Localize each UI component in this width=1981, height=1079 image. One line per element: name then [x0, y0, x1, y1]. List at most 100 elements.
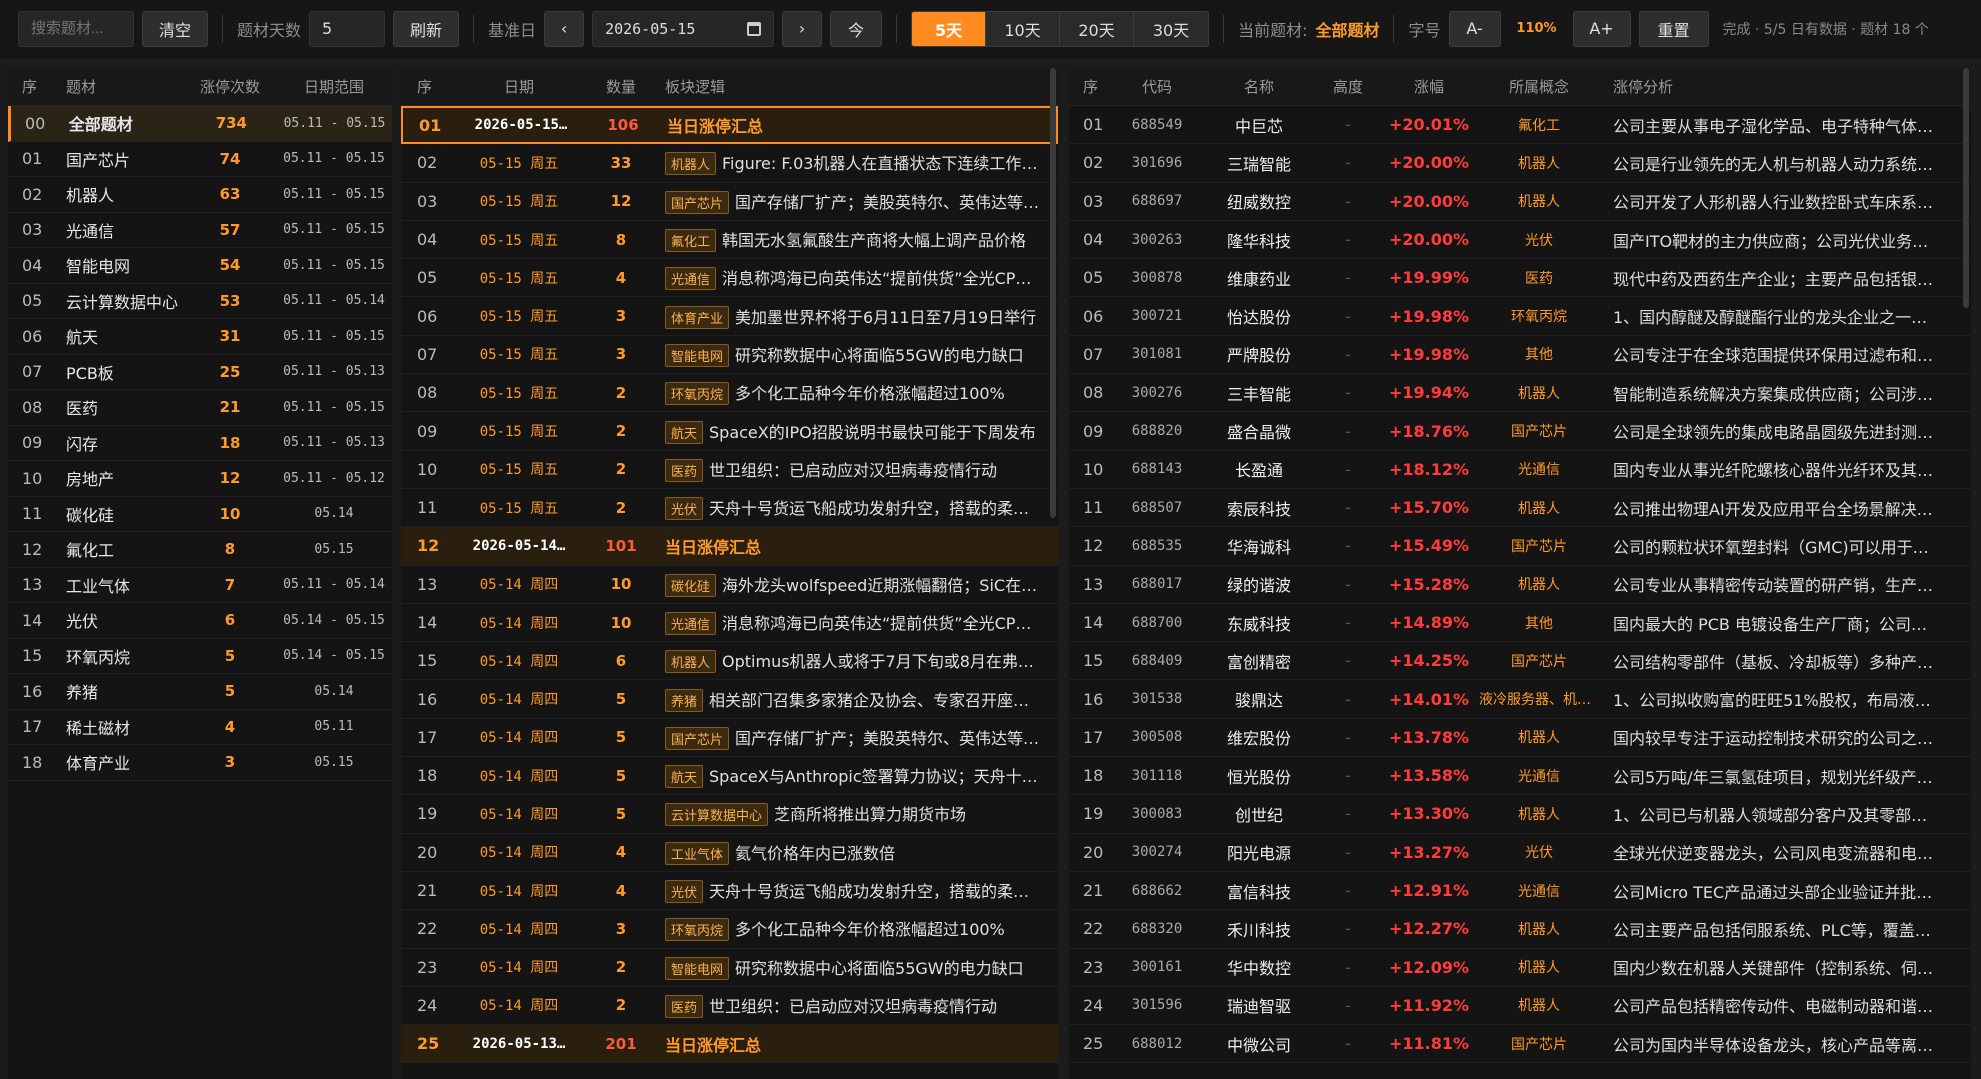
- stock-row[interactable]: 02 301696 三瑞智能 - +20.00% 机器人 公司是行业领先的无人机与机器人动力…: [1069, 144, 1971, 183]
- stock-row[interactable]: 18 301118 恒光股份 - +13.58% 光通信 公司5万吨/年三氯氢硅项目，规划光…: [1069, 757, 1971, 796]
- range-5d-button[interactable]: 5天: [912, 11, 987, 46]
- day-row[interactable]: 04 05-15 周五 8 氟化工 韩国无水氢氟酸生产商将大幅上调产品价格: [401, 221, 1058, 260]
- day-row[interactable]: 19 05-14 周四 5 云计算数据中心 芝商所将推出算力期货市场: [401, 795, 1058, 834]
- day-row[interactable]: 18 05-14 周四 5 航天 SpaceX与Anthropic签署算力协议；天舟十号…: [401, 757, 1058, 796]
- stock-row[interactable]: 03 688697 纽威数控 - +20.00% 机器人 公司开发了人形机器人行业数控卧式车…: [1069, 183, 1971, 221]
- topic-row[interactable]: 08 医药 21 05.11 - 05.15: [8, 390, 392, 426]
- day-row[interactable]: 03 05-15 周五 12 国产芯片 国产存储厂扩产；美股英特尔、英伟达等股…: [401, 183, 1058, 221]
- stock-row[interactable]: 07 301081 严牌股份 - +19.98% 其他 公司专注于在全球范围提供环保用过滤布…: [1069, 336, 1971, 375]
- topic-row[interactable]: 15 环氧丙烷 5 05.14 - 05.15: [8, 639, 392, 674]
- day-row[interactable]: 24 05-14 周四 2 医药 世卫组织：已启动应对汉坦病毒疫情行动: [401, 987, 1058, 1026]
- topic-tag[interactable]: 光通信: [665, 267, 717, 291]
- stock-scrollbar[interactable]: [1963, 68, 1969, 308]
- topic-tag[interactable]: 环氧丙烷: [665, 918, 730, 942]
- date-input[interactable]: 2026-05-15: [592, 10, 775, 47]
- topic-tag[interactable]: 机器人: [665, 152, 717, 176]
- topic-tag[interactable]: 光伏: [665, 497, 704, 521]
- topic-tag[interactable]: 机器人: [665, 650, 717, 674]
- stock-row[interactable]: 16 301538 骏鼎达 - +14.01% 液冷服务器、机器人 1、公司拟收购富的旺旺5…: [1069, 680, 1971, 719]
- day-row[interactable]: 06 05-15 周五 3 体育产业 美加墨世界杯将于6月11日至7月19日举行: [401, 297, 1058, 336]
- day-summary-row[interactable]: 12 2026-05-14… 101 当日涨停汇总: [401, 527, 1058, 566]
- topic-tag[interactable]: 航天: [665, 765, 704, 789]
- day-row[interactable]: 15 05-14 周四 6 机器人 Optimus机器人或将于7月下旬或8月在弗里…: [401, 642, 1058, 681]
- topic-row[interactable]: 00 全部题材 734 05.11 - 05.15: [8, 106, 392, 142]
- day-summary-row[interactable]: 25 2026-05-13… 201 当日涨停汇总: [401, 1025, 1058, 1064]
- topic-row[interactable]: 05 云计算数据中心 53 05.11 - 05.14: [8, 284, 392, 319]
- day-row[interactable]: 08 05-15 周五 2 环氧丙烷 多个化工品种今年价格涨幅超过100%: [401, 374, 1058, 413]
- topic-tag[interactable]: 智能电网: [665, 956, 730, 980]
- topic-row[interactable]: 01 国产芯片 74 05.11 - 05.15: [8, 142, 392, 177]
- day-summary-row[interactable]: 01 2026-05-15… 106 当日涨停汇总: [401, 106, 1058, 145]
- days-input[interactable]: 5: [309, 10, 386, 47]
- calendar-icon[interactable]: [747, 21, 762, 36]
- stock-row[interactable]: 21 688662 富信科技 - +12.91% 光通信 公司Micro TEC产品通过头部…: [1069, 872, 1971, 911]
- topic-row[interactable]: 04 智能电网 54 05.11 - 05.15: [8, 248, 392, 284]
- stock-row[interactable]: 05 300878 维康药业 - +19.99% 医药 现代中药及西药生产企业；主要产品包括…: [1069, 259, 1971, 298]
- day-row[interactable]: 05 05-15 周五 4 光通信 消息称鸿海已向英伟达“提前供货”全光CPO…: [401, 259, 1058, 298]
- range-10d-button[interactable]: 10天: [986, 11, 1061, 46]
- day-row[interactable]: 10 05-15 周五 2 医药 世卫组织：已启动应对汉坦病毒疫情行动: [401, 451, 1058, 489]
- topic-row[interactable]: 07 PCB板 25 05.11 - 05.13: [8, 355, 392, 390]
- clear-button[interactable]: 清空: [142, 10, 209, 47]
- topic-row[interactable]: 18 体育产业 3 05.15: [8, 745, 392, 781]
- day-row[interactable]: 11 05-15 周五 2 光伏 天舟十号货运飞船成功发射升空，搭载的柔性封…: [401, 489, 1058, 528]
- topic-tag[interactable]: 医药: [665, 994, 704, 1018]
- day-row[interactable]: 09 05-15 周五 2 航天 SpaceX的IPO招股说明书最快可能于下周发布: [401, 412, 1058, 451]
- topic-row[interactable]: 17 稀土磁材 4 05.11: [8, 710, 392, 745]
- stock-row[interactable]: 25 688012 中微公司 - +11.81% 国产芯片 公司为国内半导体设备龙头，核心产…: [1069, 1025, 1971, 1064]
- stock-row[interactable]: 17 300508 维宏股份 - +13.78% 机器人 国内较早专注于运动控制技术研究的公…: [1069, 719, 1971, 758]
- stock-row[interactable]: 11 688507 索辰科技 - +15.70% 机器人 公司推出物理AI开发及应用平台全场…: [1069, 489, 1971, 528]
- stock-row[interactable]: 08 300276 三丰智能 - +19.94% 机器人 智能制造系统解决方案集成供应商；公…: [1069, 374, 1971, 413]
- day-row[interactable]: 14 05-14 周四 10 光通信 消息称鸿海已向英伟达“提前供货”全光CPO…: [401, 604, 1058, 643]
- search-input[interactable]: [18, 10, 134, 47]
- topic-tag[interactable]: 体育产业: [665, 305, 730, 329]
- stock-row[interactable]: 09 688820 盛合晶微 - +18.76% 国产芯片 公司是全球领先的集成电路晶圆级先…: [1069, 412, 1971, 451]
- day-row[interactable]: 02 05-15 周五 33 机器人 Figure: F.03机器人在直播状态下连续工作…: [401, 144, 1058, 183]
- topic-tag[interactable]: 国产芯片: [665, 190, 730, 214]
- stock-row[interactable]: 24 301596 瑞迪智驱 - +11.92% 机器人 公司产品包括精密传动件、电磁制动器…: [1069, 987, 1971, 1026]
- day-row[interactable]: 16 05-14 周四 5 养猪 相关部门召集多家猪企及协会、专家召开座谈会: [401, 680, 1058, 719]
- day-row[interactable]: 13 05-14 周四 10 碳化硅 海外龙头wolfspeed近期涨幅翻倍；SiC在C…: [401, 566, 1058, 604]
- stock-row[interactable]: 15 688409 富创精密 - +14.25% 国产芯片 公司结构零部件（基板、冷却板等）…: [1069, 642, 1971, 681]
- topic-row[interactable]: 16 养猪 5 05.14: [8, 674, 392, 710]
- topic-row[interactable]: 11 碳化硅 10 05.14: [8, 497, 392, 532]
- topic-tag[interactable]: 航天: [665, 420, 704, 444]
- prev-day-button[interactable]: ‹: [544, 10, 585, 47]
- stock-row[interactable]: 23 300161 华中数控 - +12.09% 机器人 国内少数在机器人关键部件（控制系统…: [1069, 949, 1971, 987]
- stock-row[interactable]: 19 300083 创世纪 - +13.30% 机器人 1、公司已与机器人领域部分客户及其零…: [1069, 795, 1971, 834]
- stock-row[interactable]: 01 688549 中巨芯 - +20.01% 氟化工 公司主要从事电子湿化学品、电子特种气…: [1069, 106, 1971, 145]
- topic-row[interactable]: 10 房地产 12 05.11 - 05.12: [8, 461, 392, 497]
- day-scrollbar[interactable]: [1050, 68, 1056, 518]
- stock-row[interactable]: 13 688017 绿的谐波 - +15.28% 机器人 公司专业从事精密传动装置的研产销，…: [1069, 566, 1971, 604]
- topic-tag[interactable]: 碳化硅: [665, 573, 717, 597]
- topic-tag[interactable]: 光伏: [665, 880, 704, 904]
- topic-tag[interactable]: 环氧丙烷: [665, 382, 730, 406]
- stock-row[interactable]: 12 688535 华海诚科 - +15.49% 国产芯片 公司的颗粒状环氧塑封料（GMC)…: [1069, 527, 1971, 566]
- topic-row[interactable]: 03 光通信 57 05.11 - 05.15: [8, 213, 392, 248]
- stock-row[interactable]: 04 300263 隆华科技 - +20.00% 光伏 国产ITO靶材的主力供应商；公司光伏…: [1069, 221, 1971, 260]
- day-row[interactable]: 21 05-14 周四 4 光伏 天舟十号货运飞船成功发射升空，搭载的柔性封…: [401, 872, 1058, 911]
- topic-tag[interactable]: 智能电网: [665, 343, 730, 367]
- topic-row[interactable]: 02 机器人 63 05.11 - 05.15: [8, 177, 392, 213]
- stock-row[interactable]: 20 300274 阳光电源 - +13.27% 光伏 全球光伏逆变器龙头，公司风电变流器和…: [1069, 834, 1971, 872]
- topic-tag[interactable]: 光通信: [665, 612, 717, 635]
- refresh-button[interactable]: 刷新: [393, 10, 460, 47]
- range-30d-button[interactable]: 30天: [1134, 11, 1209, 46]
- topic-row[interactable]: 12 氟化工 8 05.15: [8, 532, 392, 568]
- font-increase-button[interactable]: A+: [1572, 10, 1631, 47]
- topic-tag[interactable]: 氟化工: [665, 229, 717, 253]
- stock-row[interactable]: 10 688143 长盈通 - +18.12% 光通信 国内专业从事光纤陀螺核心器件光纤环及…: [1069, 451, 1971, 489]
- topic-row[interactable]: 14 光伏 6 05.14 - 05.15: [8, 603, 392, 639]
- day-row[interactable]: 22 05-14 周四 3 环氧丙烷 多个化工品种今年价格涨幅超过100%: [401, 910, 1058, 949]
- range-20d-button[interactable]: 20天: [1060, 11, 1135, 46]
- topic-row[interactable]: 13 工业气体 7 05.11 - 05.14: [8, 568, 392, 603]
- topic-tag[interactable]: 养猪: [665, 688, 704, 712]
- day-row[interactable]: 17 05-14 周四 5 国产芯片 国产存储厂扩产；美股英特尔、英伟达等股…: [401, 719, 1058, 758]
- topic-tag[interactable]: 云计算数据中心: [665, 803, 769, 827]
- topic-tag[interactable]: 国产芯片: [665, 726, 730, 750]
- topic-row[interactable]: 09 闪存 18 05.11 - 05.13: [8, 426, 392, 461]
- font-decrease-button[interactable]: A-: [1448, 10, 1501, 47]
- topic-row[interactable]: 06 航天 31 05.11 - 05.15: [8, 319, 392, 355]
- stock-row[interactable]: 06 300721 怡达股份 - +19.98% 环氧丙烷 1、国内醇醚及醇醚酯行业的龙头企…: [1069, 297, 1971, 336]
- topic-tag[interactable]: 工业气体: [665, 841, 730, 865]
